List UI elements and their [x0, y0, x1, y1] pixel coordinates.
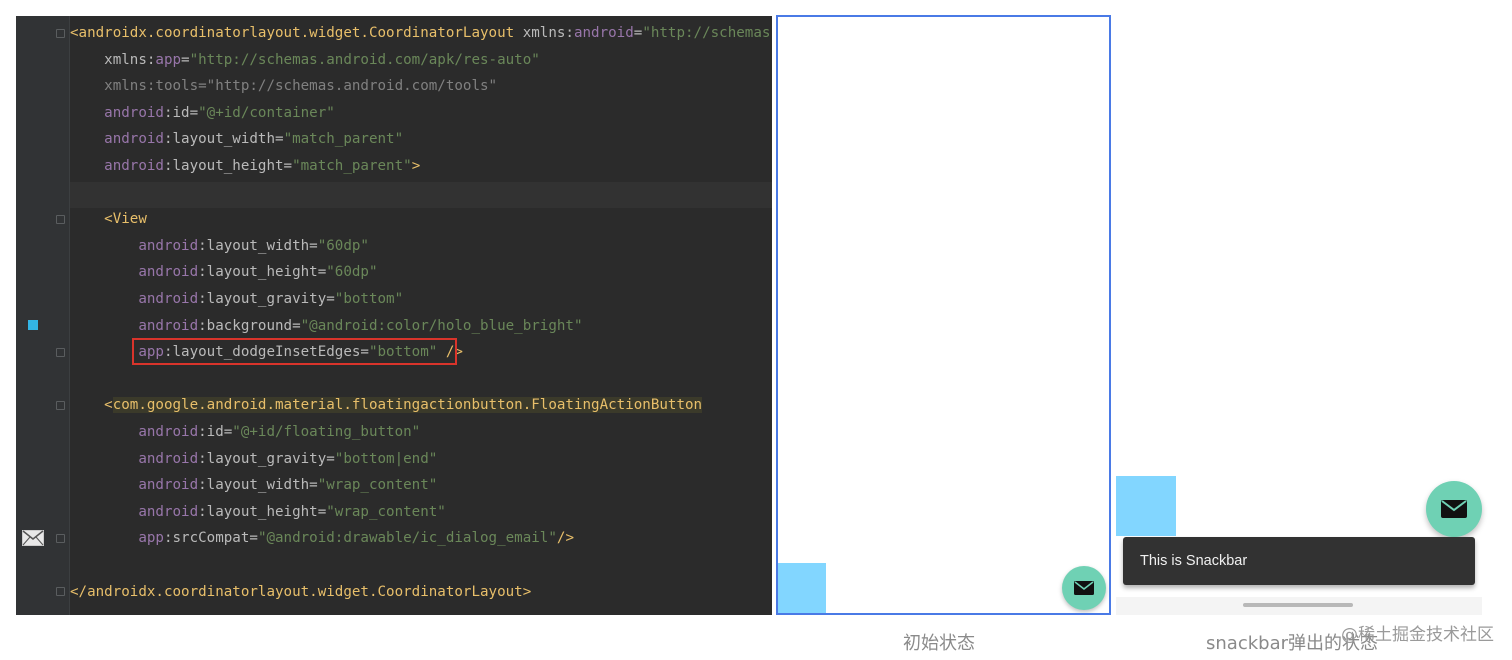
code-line[interactable]: android:layout_width="match_parent"	[70, 126, 403, 152]
code-token: android	[70, 450, 199, 467]
code-token: <	[70, 397, 113, 414]
code-token: :layout_height=	[198, 503, 327, 520]
editor-gutter	[16, 16, 70, 615]
code-line[interactable]: android:id="@+id/container"	[70, 100, 335, 126]
code-token: =	[181, 51, 190, 68]
code-token: android	[70, 158, 164, 174]
code-token: :id=	[198, 424, 233, 440]
code-token: :layout_width=	[163, 131, 284, 148]
mail-icon	[1441, 500, 1467, 518]
code-token: android	[70, 317, 199, 334]
code-token: <View	[70, 211, 147, 228]
snackbar: This is Snackbar	[1123, 537, 1475, 585]
code-token: "@android:color/holo_blue_bright"	[300, 317, 583, 334]
code-token: android	[70, 131, 164, 148]
code-line[interactable]: xmlns:tools="http://schemas.android.com/…	[70, 73, 497, 99]
fold-marker-icon[interactable]	[56, 348, 65, 357]
code-line[interactable]: android:background="@android:color/holo_…	[70, 313, 583, 339]
snackbar-text: This is Snackbar	[1140, 553, 1248, 569]
code-token: android	[70, 237, 199, 254]
code-token: android	[70, 477, 199, 494]
code-token: </androidx.coordinatorlayout.widget.Coor…	[70, 583, 532, 600]
code-token: >	[411, 158, 421, 174]
code-token: "wrap_content"	[326, 503, 446, 520]
code-line[interactable]: android:layout_gravity="bottom|end"	[70, 446, 437, 472]
code-token: :layout_height=	[163, 158, 293, 174]
code-token: "match_parent"	[283, 131, 404, 148]
code-line[interactable]: android:id="@+id/floating_button"	[70, 419, 420, 445]
mail-icon	[1074, 581, 1094, 595]
code-token: android	[70, 503, 199, 520]
caption-initial-state: 初始状态	[903, 633, 975, 654]
code-token: android	[70, 104, 164, 121]
code-token: "@+id/floating_button"	[232, 424, 421, 440]
code-token: android	[70, 424, 199, 440]
floating-action-button[interactable]	[1062, 566, 1106, 610]
code-token: app	[70, 530, 164, 547]
code-token: "wrap_content"	[317, 477, 438, 494]
code-token: android	[573, 25, 634, 41]
code-token: xmlns:	[70, 51, 156, 68]
code-token: <androidx.coordinatorlayout.widget.Coord…	[70, 25, 523, 41]
code-token: "60dp"	[317, 237, 369, 254]
code-line[interactable]: <com.google.android.material.floatingact…	[70, 392, 703, 418]
current-line-highlight	[70, 182, 772, 208]
code-line[interactable]: android:layout_width="wrap_content"	[70, 472, 437, 498]
code-line[interactable]: android:layout_height="wrap_content"	[70, 499, 446, 525]
code-token: xmlns:	[522, 25, 574, 41]
navigation-bar	[1116, 597, 1482, 615]
blue-view	[1116, 476, 1176, 536]
code-line[interactable]: android:layout_width="60dp"	[70, 233, 369, 259]
mail-icon[interactable]	[22, 530, 44, 546]
code-token: xmlns:tools="http://schemas.android.com/…	[70, 78, 498, 95]
code-token: android	[70, 264, 199, 281]
code-token: "bottom|end"	[334, 450, 438, 467]
color-swatch-icon[interactable]	[28, 320, 38, 330]
fold-marker-icon[interactable]	[56, 215, 65, 224]
code-token: "http://schemas.android.com/apk/res-auto…	[189, 51, 540, 68]
code-token: :layout_gravity=	[198, 291, 335, 307]
fold-marker-icon[interactable]	[56, 534, 65, 543]
code-token: />	[556, 530, 574, 547]
code-line[interactable]: android:layout_height="60dp"	[70, 259, 378, 285]
code-token: :layout_gravity=	[198, 450, 335, 467]
code-token: :id=	[163, 104, 199, 121]
code-token: com.google.android.material.floatingacti…	[112, 397, 703, 414]
home-indicator[interactable]	[1243, 603, 1353, 607]
phone-snackbar-state: This is Snackbar	[1116, 15, 1482, 615]
fold-marker-icon[interactable]	[56, 29, 65, 38]
code-token: :srcCompat=	[163, 530, 258, 547]
watermark: @稀土掘金技术社区	[1341, 625, 1494, 645]
code-token: :layout_width=	[198, 237, 318, 254]
code-token: "@+id/container"	[198, 104, 335, 121]
code-line[interactable]: android:layout_gravity="bottom"	[70, 286, 403, 312]
floating-action-button[interactable]	[1426, 481, 1482, 537]
code-token: "http://schemas.android.com/apk/res/andr…	[642, 25, 772, 41]
code-token: "@android:drawable/ic_dialog_email"	[257, 530, 557, 547]
code-token: app	[155, 51, 182, 68]
fold-marker-icon[interactable]	[56, 587, 65, 596]
phone-initial-state	[776, 15, 1111, 615]
code-token: :layout_width=	[198, 477, 318, 494]
code-line[interactable]: </androidx.coordinatorlayout.widget.Coor…	[70, 579, 531, 605]
code-line[interactable]: xmlns:app="http://schemas.android.com/ap…	[70, 47, 540, 73]
code-line[interactable]: <View	[70, 206, 147, 232]
code-token: android	[70, 291, 199, 307]
highlight-box	[132, 338, 457, 365]
code-token: "bottom"	[334, 291, 404, 307]
code-token: "60dp"	[326, 264, 378, 281]
blue-view	[778, 563, 826, 613]
code-line[interactable]: android:layout_height="match_parent">	[70, 153, 420, 179]
code-token: "match_parent"	[292, 158, 412, 174]
code-editor: <androidx.coordinatorlayout.widget.Coord…	[16, 16, 772, 615]
code-line[interactable]: app:srcCompat="@android:drawable/ic_dial…	[70, 525, 574, 551]
fold-marker-icon[interactable]	[56, 401, 65, 410]
code-line[interactable]: <androidx.coordinatorlayout.widget.Coord…	[70, 20, 772, 46]
code-token: :background=	[198, 317, 301, 334]
code-token: :layout_height=	[198, 264, 327, 281]
